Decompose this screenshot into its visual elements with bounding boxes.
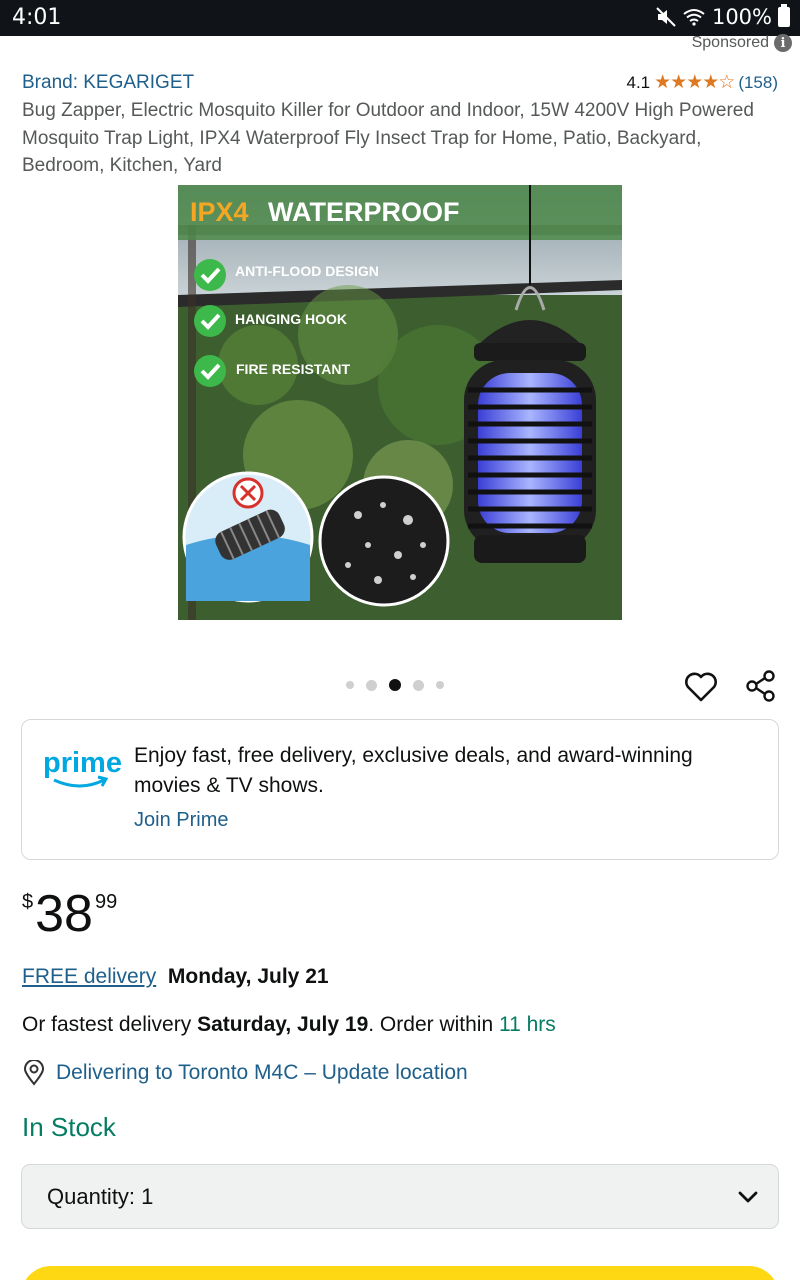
delivery-location-text[interactable]: Delivering to Toronto M4C – Update locat… <box>56 1061 468 1085</box>
battery-icon <box>778 4 790 27</box>
stock-status: In Stock <box>22 1112 116 1142</box>
carousel-dot[interactable] <box>366 679 377 691</box>
price-symbol: $ <box>22 891 34 913</box>
svg-text:prime: prime <box>43 747 122 779</box>
price-whole: 38 <box>35 885 93 943</box>
sponsored-text: Sponsored <box>691 34 769 51</box>
delivery-location-link[interactable]: Delivering to Toronto M4C – Update locat… <box>22 1060 468 1086</box>
join-prime-link[interactable]: Join Prime <box>134 809 228 832</box>
fastest-delivery-line: Or fastest delivery Saturday, July 19. O… <box>22 1013 556 1037</box>
carousel-dot[interactable] <box>346 681 354 689</box>
wifi-icon <box>683 9 705 26</box>
status-time: 4:01 <box>12 5 62 30</box>
share-icon[interactable] <box>743 668 779 704</box>
status-icons: 100% <box>656 4 790 29</box>
brand-link[interactable]: Brand: KEGARIGET <box>22 72 194 94</box>
feature-item: FIRE RESISTANT <box>236 361 351 377</box>
prime-logo: prime <box>43 747 122 788</box>
prime-upsell-card[interactable]: prime Enjoy fast, free delivery, exclusi… <box>21 719 779 860</box>
rating-summary[interactable]: 4.1 ★★★★☆ (158) <box>627 71 779 94</box>
free-delivery-date: Monday, July 21 <box>167 965 329 988</box>
carousel-dot[interactable] <box>436 681 444 689</box>
info-icon[interactable]: i <box>774 34 792 52</box>
price-fraction: 99 <box>94 891 118 913</box>
rating-value: 4.1 <box>626 72 651 92</box>
fastest-delivery-date: Saturday, July 19 <box>197 1013 369 1036</box>
prime-message: Enjoy fast, free delivery, exclusive dea… <box>134 744 693 797</box>
carousel-indicator[interactable] <box>346 679 444 691</box>
order-within-text: . Order within <box>368 1013 499 1036</box>
fastest-delivery-prefix: Or fastest delivery <box>22 1013 198 1036</box>
free-delivery-line: FREE delivery Monday, July 21 <box>22 965 329 989</box>
heart-icon[interactable] <box>683 669 719 705</box>
price: $ 38 99 <box>22 885 117 943</box>
location-pin-icon <box>23 1060 45 1086</box>
feature-item: HANGING HOOK <box>235 311 347 327</box>
quantity-label: Quantity: 1 <box>47 1184 154 1209</box>
mute-icon <box>656 7 676 27</box>
status-bar: 4:01 100% <box>0 0 800 36</box>
product-title: Bug Zapper, Electric Mosquito Killer for… <box>22 100 754 176</box>
chevron-down-icon <box>738 1191 758 1203</box>
product-image-art: IPX4 WATERPROOF ANTI-FLOOD DESIGN HANGIN… <box>178 185 622 620</box>
image-heading: WATERPROOF <box>268 197 460 227</box>
carousel-dot-active[interactable] <box>389 679 401 691</box>
quantity-select[interactable]: Quantity: 1 <box>21 1164 779 1229</box>
battery-percent: 100% <box>711 5 772 29</box>
order-time-left: 11 hrs <box>498 1013 556 1036</box>
product-image[interactable]: IPX4 WATERPROOF ANTI-FLOOD DESIGN HANGIN… <box>178 185 622 620</box>
add-to-cart-button[interactable] <box>21 1266 779 1280</box>
feature-item: ANTI-FLOOD DESIGN <box>235 263 379 279</box>
star-rating-icon: ★★★★☆ <box>654 72 735 93</box>
free-delivery-link[interactable]: FREE delivery <box>22 965 156 988</box>
review-count[interactable]: (158) <box>738 73 778 93</box>
carousel-dot[interactable] <box>413 679 424 691</box>
sponsored-label[interactable]: Sponsored i <box>692 34 792 52</box>
image-heading-accent: IPX4 <box>190 197 249 227</box>
